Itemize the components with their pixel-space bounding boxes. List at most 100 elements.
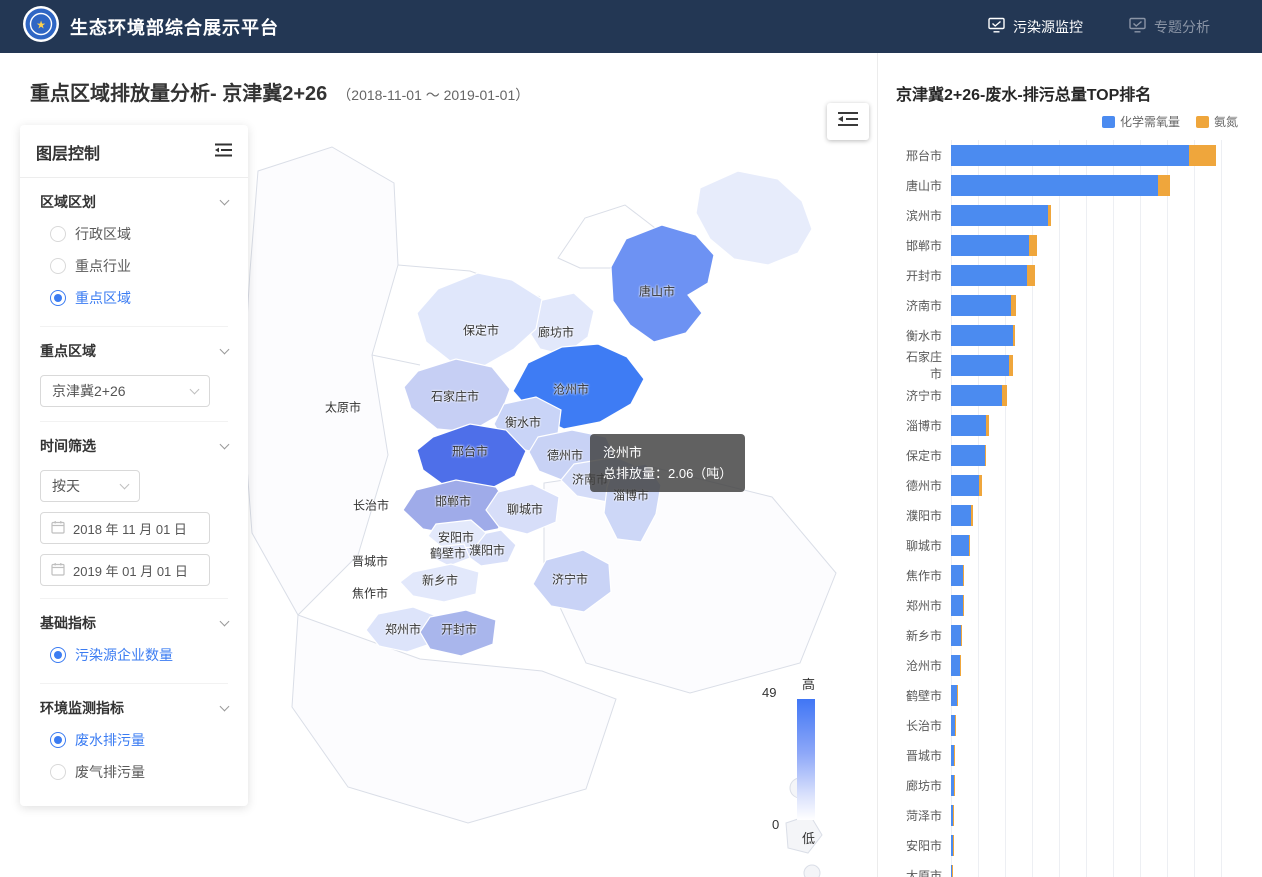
section-env-indicator-header[interactable]: 环境监测指标 (40, 696, 230, 724)
bar-segment-化学需氧量[interactable] (951, 234, 1029, 256)
bar-segment-化学需氧量[interactable] (951, 414, 986, 436)
bar-segment-氨氮[interactable] (963, 564, 964, 586)
chart-row-济南市[interactable]: 济南市 (896, 290, 1248, 320)
chart-row-濮阳市[interactable]: 濮阳市 (896, 500, 1248, 530)
stacked-bar[interactable] (951, 264, 1035, 286)
granularity-select[interactable]: 按天 (40, 470, 140, 502)
bar-segment-氨氮[interactable] (1011, 294, 1016, 316)
stacked-bar[interactable] (951, 774, 955, 796)
radio-circle[interactable] (50, 226, 66, 242)
bar-segment-氨氮[interactable] (1189, 144, 1216, 166)
nav-item-pollution-monitoring[interactable]: 污染源监控 (988, 17, 1083, 37)
stacked-bar[interactable] (951, 804, 954, 826)
bar-segment-氨氮[interactable] (971, 504, 973, 526)
bar-segment-化学需氧量[interactable] (951, 654, 960, 676)
radio-option-污染源企业数量[interactable]: 污染源企业数量 (40, 639, 228, 671)
chart-row-焦作市[interactable]: 焦作市 (896, 560, 1248, 590)
stacked-bar[interactable] (951, 324, 1015, 346)
bar-segment-氨氮[interactable] (1013, 324, 1015, 346)
bar-segment-化学需氧量[interactable] (951, 204, 1048, 226)
bar-segment-氨氮[interactable] (960, 654, 961, 676)
stacked-bar[interactable] (951, 564, 964, 586)
radio-option-废气排污量[interactable]: 废气排污量 (40, 756, 228, 788)
bar-segment-化学需氧量[interactable] (951, 264, 1027, 286)
bar-segment-氨氮[interactable] (954, 744, 955, 766)
stacked-bar[interactable] (951, 504, 973, 526)
stacked-bar[interactable] (951, 834, 954, 856)
chart-row-德州市[interactable]: 德州市 (896, 470, 1248, 500)
chart-row-邢台市[interactable]: 邢台市 (896, 140, 1248, 170)
map-region-tianjin[interactable] (695, 170, 813, 266)
radio-option-重点行业[interactable]: 重点行业 (40, 250, 228, 282)
chart-row-廊坊市[interactable]: 廊坊市 (896, 770, 1248, 800)
bar-segment-化学需氧量[interactable] (951, 534, 969, 556)
chart-row-沧州市[interactable]: 沧州市 (896, 650, 1248, 680)
chart-row-济宁市[interactable]: 济宁市 (896, 380, 1248, 410)
stacked-bar[interactable] (951, 174, 1170, 196)
map-layer-toggle-button[interactable] (827, 103, 869, 140)
stacked-bar[interactable] (951, 234, 1037, 256)
bar-segment-氨氮[interactable] (986, 414, 989, 436)
stacked-bar[interactable] (951, 474, 982, 496)
chart-row-太原市[interactable]: 太原市 (896, 860, 1248, 877)
region-select[interactable]: 京津冀2+26 (40, 375, 210, 407)
chart-row-唐山市[interactable]: 唐山市 (896, 170, 1248, 200)
radio-option-行政区域[interactable]: 行政区域 (40, 218, 228, 250)
chart-row-邯郸市[interactable]: 邯郸市 (896, 230, 1248, 260)
legend-item-化学需氧量[interactable]: 化学需氧量 (1101, 113, 1180, 130)
bar-segment-氨氮[interactable] (963, 594, 964, 616)
bar-segment-化学需氧量[interactable] (951, 444, 985, 466)
stacked-bar[interactable] (951, 144, 1216, 166)
stacked-bar[interactable] (951, 384, 1007, 406)
chart-row-安阳市[interactable]: 安阳市 (896, 830, 1248, 860)
bar-segment-氨氮[interactable] (1027, 264, 1035, 286)
chart-row-晋城市[interactable]: 晋城市 (896, 740, 1248, 770)
bar-segment-化学需氧量[interactable] (951, 174, 1158, 196)
radio-circle[interactable] (50, 732, 66, 748)
stacked-bar[interactable] (951, 294, 1016, 316)
stacked-bar[interactable] (951, 864, 953, 877)
chart-row-鹤壁市[interactable]: 鹤壁市 (896, 680, 1248, 710)
bar-segment-氨氮[interactable] (1029, 234, 1037, 256)
stacked-bar[interactable] (951, 534, 970, 556)
chart-row-衡水市[interactable]: 衡水市 (896, 320, 1248, 350)
section-region-division-header[interactable]: 区域区划 (40, 190, 230, 218)
bar-segment-氨氮[interactable] (961, 624, 962, 646)
chart-row-聊城市[interactable]: 聊城市 (896, 530, 1248, 560)
map-region-baoding[interactable] (416, 272, 543, 367)
section-time-filter-header[interactable]: 时间筛选 (40, 434, 230, 462)
map-area[interactable]: 太原市保定市廊坊市唐山市石家庄市沧州市衡水市邢台市德州市济南市邯郸市聊城市淄博市… (0, 53, 877, 877)
stacked-bar[interactable] (951, 204, 1051, 226)
stacked-bar[interactable] (951, 744, 955, 766)
stacked-bar[interactable] (951, 714, 956, 736)
chart-row-石家庄市[interactable]: 石家庄市 (896, 350, 1248, 381)
bar-segment-氨氮[interactable] (1158, 174, 1170, 196)
layer-list-icon[interactable] (215, 143, 232, 162)
section-basic-indicator-header[interactable]: 基础指标 (40, 611, 230, 639)
chart-row-保定市[interactable]: 保定市 (896, 440, 1248, 470)
bar-segment-氨氮[interactable] (979, 474, 982, 496)
stacked-bar[interactable] (951, 654, 961, 676)
chart-row-郑州市[interactable]: 郑州市 (896, 590, 1248, 620)
bar-segment-氨氮[interactable] (953, 834, 954, 856)
radio-option-废水排污量[interactable]: 废水排污量 (40, 724, 228, 756)
bar-segment-化学需氧量[interactable] (951, 144, 1189, 166)
bar-segment-化学需氧量[interactable] (951, 624, 961, 646)
chart-row-淄博市[interactable]: 淄博市 (896, 410, 1248, 440)
bar-segment-氨氮[interactable] (952, 864, 953, 877)
legend-item-氨氮[interactable]: 氨氮 (1195, 113, 1238, 130)
bar-segment-氨氮[interactable] (953, 804, 954, 826)
chart-row-新乡市[interactable]: 新乡市 (896, 620, 1248, 650)
stacked-bar[interactable] (951, 414, 989, 436)
section-key-region-header[interactable]: 重点区域 (40, 339, 230, 367)
bar-segment-氨氮[interactable] (985, 444, 986, 466)
bar-segment-化学需氧量[interactable] (951, 564, 963, 586)
bar-segment-化学需氧量[interactable] (951, 324, 1013, 346)
bar-segment-氨氮[interactable] (955, 714, 956, 736)
radio-option-重点区域[interactable]: 重点区域 (40, 282, 228, 314)
bar-segment-化学需氧量[interactable] (951, 594, 963, 616)
bar-segment-氨氮[interactable] (1002, 384, 1007, 406)
bar-segment-氨氮[interactable] (1048, 204, 1051, 226)
chart-row-开封市[interactable]: 开封市 (896, 260, 1248, 290)
bar-segment-化学需氧量[interactable] (951, 474, 979, 496)
